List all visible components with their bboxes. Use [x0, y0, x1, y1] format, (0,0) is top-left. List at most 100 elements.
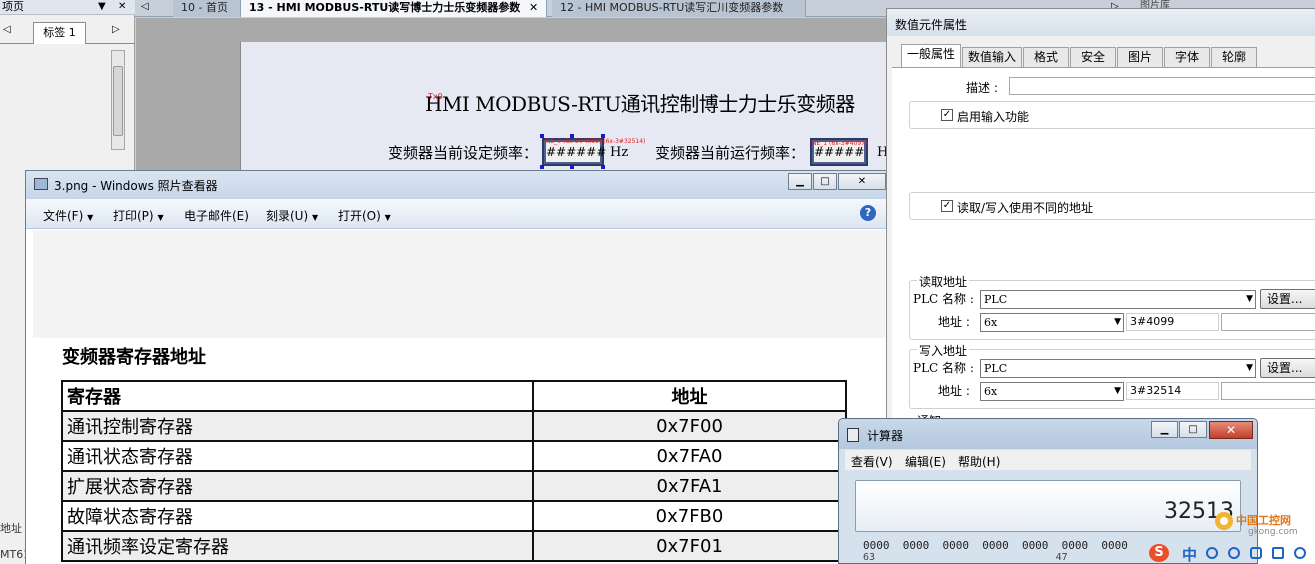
register-address: 0x7F01	[532, 530, 847, 562]
selection-handle[interactable]	[601, 134, 605, 138]
tab-close-icon[interactable]: ✕	[529, 1, 538, 14]
chevron-down-icon: ▼	[1114, 317, 1121, 327]
sogou-ime-icon[interactable]: S	[1149, 544, 1169, 562]
run-frequency-label[interactable]: 变频器当前运行频率：	[655, 142, 805, 163]
diff-address-label: 读取/写入使用不同的地址	[957, 201, 1094, 215]
chevron-down-icon: ▼	[1246, 363, 1253, 373]
watermark-text: 中国工控网	[1236, 514, 1291, 527]
chevron-down-icon: ▼	[1114, 386, 1121, 396]
calc-menu-view[interactable]: 查看(V)	[851, 453, 893, 470]
tab-numeric-input[interactable]: 数值输入	[962, 47, 1022, 67]
read-address-extra-input[interactable]	[1221, 313, 1315, 331]
write-address-type-select[interactable]: 6x ▼	[980, 382, 1124, 401]
read-address-label: 地址 :	[938, 315, 970, 329]
table-header-row: 寄存器 地址	[61, 380, 847, 412]
tab-scroll-left-icon[interactable]: ◁	[141, 1, 149, 12]
write-address-input[interactable]: 3#32514	[1126, 382, 1219, 400]
tab-home[interactable]: 10 - 首页	[173, 0, 241, 17]
calc-menu-help[interactable]: 帮助(H)	[958, 453, 1000, 470]
chevron-left-icon[interactable]: ◁	[3, 24, 11, 35]
enable-input-checkbox[interactable]: ✓	[941, 109, 953, 121]
calculator-bit-index-row: 63 47	[863, 552, 1068, 563]
write-settings-button[interactable]: 设置...	[1260, 358, 1315, 378]
register-address-table: 寄存器 地址 通讯控制寄存器 0x7F00 通讯状态寄存器 0x7FA0 扩展状…	[61, 380, 847, 562]
photo-display-area[interactable]: 变频器寄存器地址 寄存器 地址 通讯控制寄存器 0x7F00 通讯状态寄存器 0…	[26, 230, 892, 564]
calc-minimize-button[interactable]: ▁	[1151, 421, 1178, 438]
punctuation-icon[interactable]	[1206, 547, 1218, 559]
write-address-group-label: 写入地址	[917, 342, 970, 359]
calculator-titlebar[interactable]: 计算器 ▁ □ ✕	[839, 419, 1257, 449]
selection-handle[interactable]	[540, 165, 544, 169]
run-frequency-address-note: NE_1 (6x-3#4097)	[812, 140, 868, 147]
tab-label-1[interactable]: 标签 1	[33, 22, 86, 44]
tab-font[interactable]: 字体	[1164, 47, 1210, 67]
write-address-extra-input[interactable]	[1221, 382, 1315, 400]
register-address: 0x7FA1	[532, 470, 847, 502]
ime-settings-icon[interactable]	[1294, 547, 1306, 559]
hmi-title-text[interactable]: HMI MODBUS-RTU通讯控制博士力士乐变频器	[425, 88, 855, 117]
close-icon[interactable]: ✕	[118, 0, 126, 14]
table-row: 通讯状态寄存器 0x7FA0	[61, 440, 847, 472]
tab-picture[interactable]: 图片	[1117, 47, 1163, 67]
chevron-right-icon[interactable]: ▷	[112, 24, 120, 35]
read-address-type-value: 6x	[984, 316, 998, 329]
write-plc-name-label: PLC 名称 :	[913, 361, 974, 375]
menu-open-label: 打开(O)	[338, 209, 381, 223]
register-address: 0x7FB0	[532, 500, 847, 532]
read-address-type-select[interactable]: 6x ▼	[980, 313, 1124, 332]
tab-inovance[interactable]: 12 - HMI MODBUS-RTU读写汇川变频器参数	[552, 0, 806, 17]
description-input[interactable]	[1009, 77, 1315, 95]
menu-burn[interactable]: 刻录(U) ▼	[266, 207, 318, 224]
tab-outline[interactable]: 轮廓	[1211, 47, 1257, 67]
calc-maximize-button[interactable]: □	[1179, 421, 1207, 438]
table-row: 通讯频率设定寄存器 0x7F01	[61, 530, 847, 562]
register-address: 0x7FA0	[532, 440, 847, 472]
chevron-down-icon: ▼	[1246, 294, 1253, 304]
selection-handle[interactable]	[570, 134, 574, 138]
selection-handle[interactable]	[570, 165, 574, 169]
calc-menu-edit[interactable]: 编辑(E)	[905, 453, 946, 470]
selection-handle[interactable]	[601, 165, 605, 169]
minimize-button[interactable]: ▁	[788, 173, 812, 190]
menu-email[interactable]: 电子邮件(E)	[184, 207, 249, 224]
menu-burn-label: 刻录(U)	[266, 209, 309, 223]
set-frequency-label[interactable]: 变频器当前设定频率：	[388, 142, 538, 163]
properties-titlebar[interactable]: 数值元件属性	[887, 9, 1315, 36]
menu-open[interactable]: 打开(O) ▼	[338, 207, 391, 224]
close-button[interactable]: ✕	[838, 173, 886, 190]
tab-format[interactable]: 格式	[1023, 47, 1069, 67]
read-settings-button[interactable]: 设置...	[1260, 289, 1315, 309]
write-address-type-value: 6x	[984, 385, 998, 398]
menu-print[interactable]: 打印(P) ▼	[113, 207, 164, 224]
keyboard-icon[interactable]	[1272, 547, 1284, 559]
tab-security[interactable]: 安全	[1070, 47, 1116, 67]
watermark-url: gkong.com	[1248, 527, 1298, 537]
help-icon[interactable]: ?	[860, 205, 876, 221]
photo-viewer-menubar: 文件(F) ▼ 打印(P) ▼ 电子邮件(E) 刻录(U) ▼ 打开(O) ▼ …	[26, 199, 892, 229]
write-plc-select[interactable]: PLC ▼	[980, 359, 1256, 378]
scrollbar-thumb[interactable]	[113, 66, 123, 136]
read-plc-value: PLC	[984, 293, 1008, 306]
emoji-icon[interactable]	[1228, 547, 1240, 559]
calculator-title: 计算器	[867, 429, 904, 443]
calculator-menubar: 查看(V) 编辑(E) 帮助(H)	[845, 450, 1251, 470]
left-dock-address-label: 地址	[0, 522, 22, 535]
selection-handle[interactable]	[540, 134, 544, 138]
set-frequency-address-note: NE_0 (6x-3#4099) (6x-3#32514)	[546, 138, 646, 145]
register-name: 通讯控制寄存器	[61, 410, 534, 442]
ime-mode-indicator[interactable]: 中	[1182, 544, 1197, 564]
calc-close-button[interactable]: ✕	[1209, 421, 1253, 439]
table-row: 扩展状态寄存器 0x7FA1	[61, 470, 847, 502]
maximize-button[interactable]: □	[813, 173, 837, 190]
dropdown-icon[interactable]: ▼	[98, 0, 106, 14]
calculator-app-icon	[847, 428, 859, 442]
tab-bosch-rexroth[interactable]: 13 - HMI MODBUS-RTU读写博士力士乐变频器参数	[241, 0, 547, 17]
read-plc-select[interactable]: PLC ▼	[980, 290, 1256, 309]
diff-address-checkbox[interactable]: ✓	[941, 200, 953, 212]
microphone-icon[interactable]	[1250, 547, 1262, 559]
read-address-input[interactable]: 3#4099	[1126, 313, 1219, 331]
photo-viewer-titlebar[interactable]: 3.png - Windows 照片查看器 ▁ □ ✕	[26, 171, 892, 199]
tab-general[interactable]: 一般属性	[901, 44, 961, 68]
properties-title: 数值元件属性	[895, 18, 968, 32]
menu-file[interactable]: 文件(F) ▼	[43, 207, 93, 224]
